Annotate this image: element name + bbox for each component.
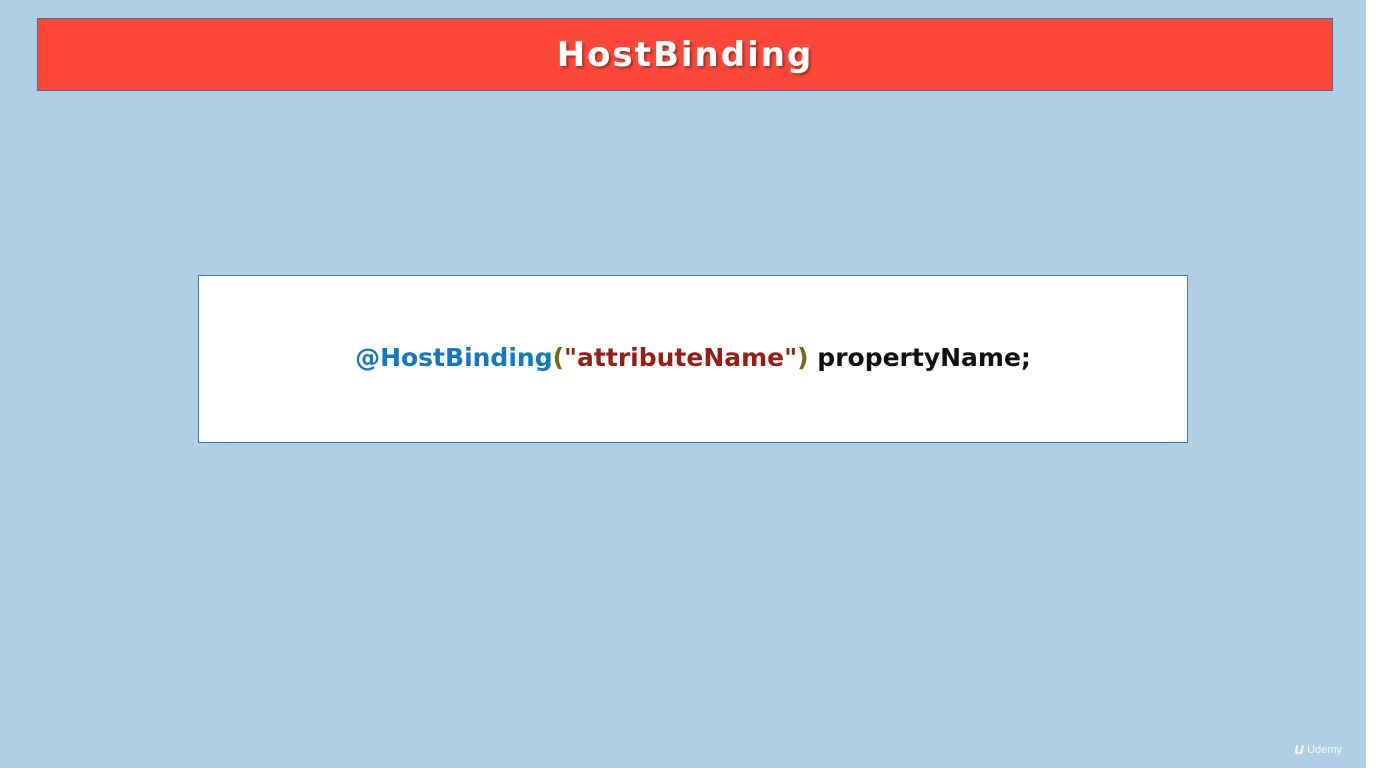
udemy-logo-icon: u [1294, 741, 1305, 758]
watermark-text: Udemy [1307, 744, 1342, 756]
code-property: propertyName; [808, 342, 1031, 372]
code-string: "attributeName" [564, 342, 798, 372]
code-decorator: @HostBinding [355, 342, 553, 372]
udemy-watermark: u Udemy [1294, 741, 1342, 759]
slide-title: HostBinding [556, 34, 814, 75]
code-open-paren: ( [552, 342, 565, 372]
slide: HostBinding @HostBinding("attributeName"… [0, 0, 1366, 768]
code-box: @HostBinding("attributeName") propertyNa… [198, 275, 1188, 443]
code-line: @HostBinding("attributeName") propertyNa… [355, 343, 1031, 372]
code-close-paren: ) [797, 342, 809, 372]
title-bar: HostBinding [37, 18, 1333, 91]
